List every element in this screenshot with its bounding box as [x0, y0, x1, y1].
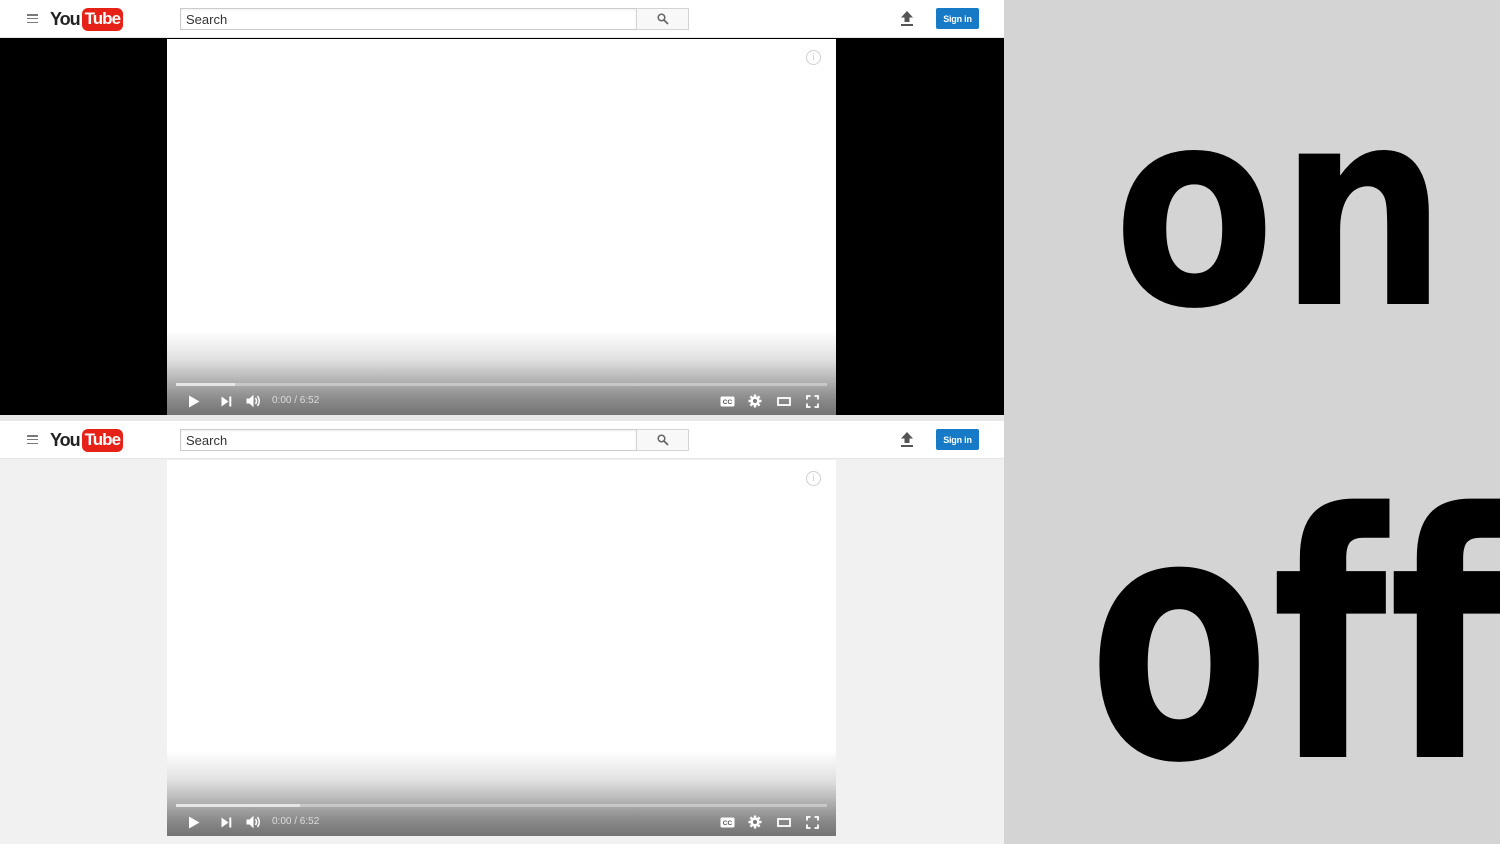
sign-in-button[interactable]: Sign in [936, 8, 979, 29]
logo-you-text: You [50, 429, 81, 450]
masthead: You Tube Sign in [0, 0, 1004, 38]
info-icon[interactable]: i [806, 471, 821, 486]
search-button[interactable] [636, 429, 689, 451]
fullscreen-button[interactable] [804, 393, 820, 409]
search-button[interactable] [636, 8, 689, 30]
time-display: 0:00 / 6:52 [272, 395, 320, 406]
label-on: on [1113, 49, 1451, 369]
volume-button[interactable] [245, 814, 263, 830]
sign-in-button[interactable]: Sign in [936, 429, 979, 450]
masthead: You Tube Sign in [0, 421, 1004, 459]
play-button[interactable] [187, 814, 201, 830]
search-field[interactable] [180, 429, 637, 451]
fullscreen-button[interactable] [804, 814, 820, 830]
search-icon [656, 434, 669, 446]
screenshot-ambient-on: You Tube Sign in i [0, 0, 1004, 415]
search-input[interactable] [181, 430, 636, 450]
search-icon [656, 13, 669, 25]
player-controls: 0:00 / 6:52 CC [167, 808, 836, 836]
upload-button[interactable] [899, 10, 915, 28]
settings-button[interactable] [747, 393, 763, 409]
progress-buffered [176, 804, 300, 807]
logo-you-text: You [50, 8, 81, 29]
logo-tube-text: Tube [81, 428, 124, 452]
youtube-logo[interactable]: You Tube [50, 7, 124, 31]
next-icon [221, 396, 231, 406]
play-button[interactable] [187, 393, 201, 409]
theater-icon [777, 396, 791, 406]
youtube-logo[interactable]: You Tube [50, 428, 124, 452]
time-display: 0:00 / 6:52 [272, 816, 320, 827]
volume-button[interactable] [245, 393, 263, 409]
settings-button[interactable] [747, 814, 763, 830]
settings-icon [748, 394, 762, 408]
settings-icon [748, 815, 762, 829]
progress-bar[interactable] [176, 804, 827, 807]
menu-icon[interactable] [27, 435, 38, 445]
svg-text:CC: CC [722, 399, 732, 406]
upload-icon [901, 11, 913, 26]
subtitles-button[interactable]: CC [719, 814, 735, 830]
theater-mode-button[interactable] [776, 814, 792, 830]
search-input[interactable] [181, 9, 636, 29]
subtitles-button[interactable]: CC [719, 393, 735, 409]
volume-icon [246, 394, 260, 408]
video-player[interactable]: i 0:00 / 6:52 CC [167, 39, 836, 415]
volume-icon [246, 815, 260, 829]
info-icon[interactable]: i [806, 50, 821, 65]
fullscreen-icon [805, 815, 819, 829]
next-button[interactable] [219, 814, 233, 830]
label-off: off [1088, 442, 1500, 838]
upload-icon [901, 432, 913, 447]
next-icon [221, 817, 231, 827]
search-field[interactable] [180, 8, 637, 30]
logo-tube-text: Tube [81, 7, 124, 31]
video-player[interactable]: i 0:00 / 6:52 CC [167, 460, 836, 836]
theater-icon [777, 817, 791, 827]
menu-icon[interactable] [27, 14, 38, 24]
next-button[interactable] [219, 393, 233, 409]
player-controls: 0:00 / 6:52 CC [167, 387, 836, 415]
progress-buffered [176, 383, 235, 386]
progress-bar[interactable] [176, 383, 827, 386]
fullscreen-icon [805, 394, 819, 408]
svg-text:CC: CC [722, 820, 732, 827]
play-icon [189, 816, 200, 828]
play-icon [189, 395, 200, 407]
screenshot-ambient-off: You Tube Sign in i [0, 421, 1004, 844]
theater-mode-button[interactable] [776, 393, 792, 409]
subtitles-icon: CC [720, 396, 734, 406]
subtitles-icon: CC [720, 817, 734, 827]
upload-button[interactable] [899, 431, 915, 449]
